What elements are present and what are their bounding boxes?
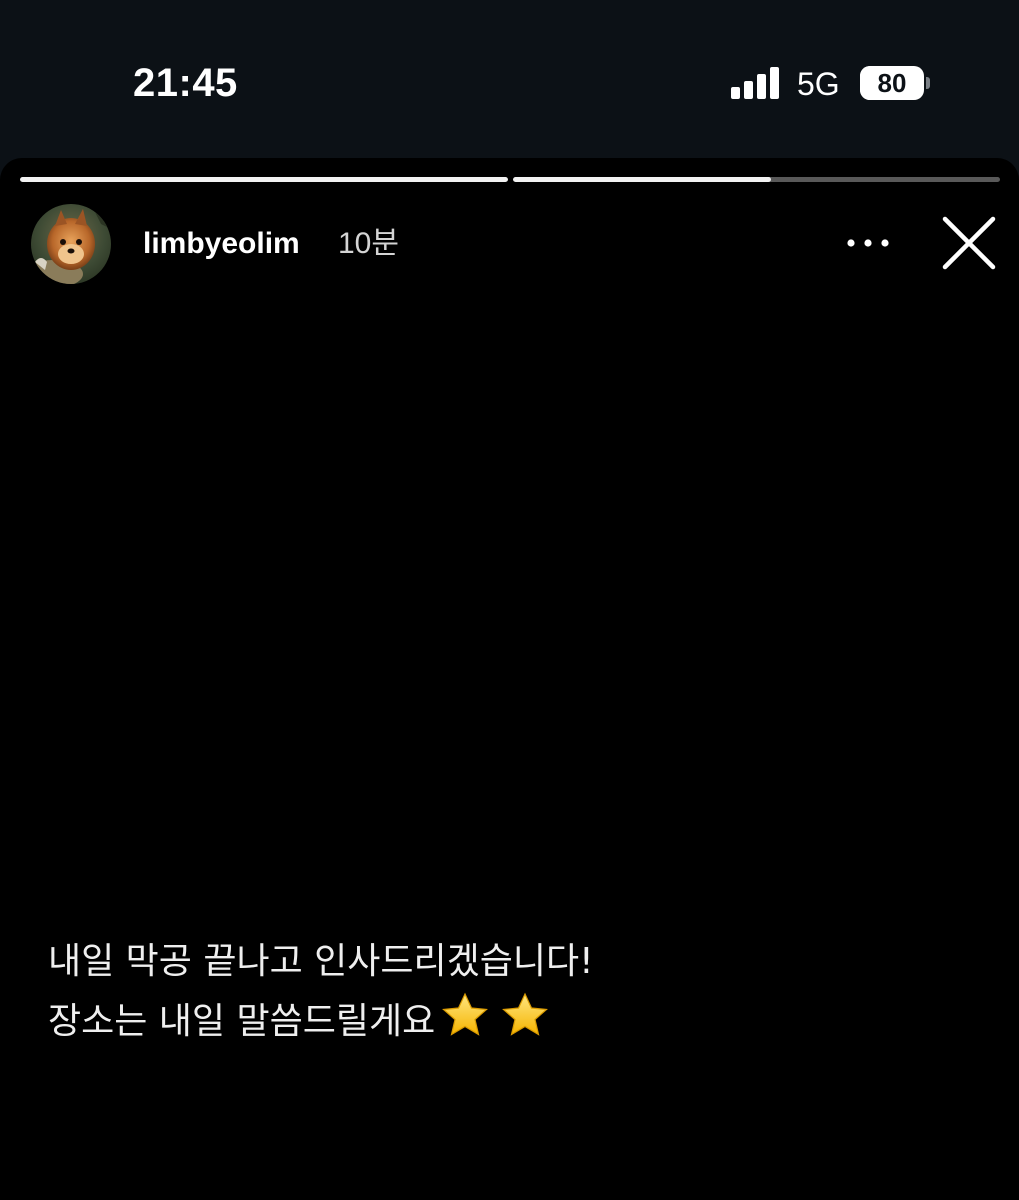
close-icon bbox=[942, 216, 996, 270]
caption-line-2-wrapper: 장소는 내일 말씀드릴게요 bbox=[48, 991, 968, 1057]
story-progress-segment bbox=[20, 177, 508, 182]
star-emoji-icon bbox=[437, 991, 555, 1057]
story-progress-fill bbox=[513, 177, 772, 182]
caption-line-1: 내일 막공 끝나고 인사드리겠습니다! bbox=[48, 941, 594, 982]
story-progress-fill bbox=[20, 177, 508, 182]
caption-line-2: 장소는 내일 말씀드릴게요 bbox=[48, 1001, 436, 1042]
story-progress-segment bbox=[513, 177, 1000, 182]
more-options-button[interactable] bbox=[843, 228, 893, 258]
close-button[interactable] bbox=[940, 214, 998, 272]
story-username[interactable]: limbyeolim bbox=[143, 226, 300, 262]
story-caption: 내일 막공 끝나고 인사드리겠습니다! 장소는 내일 말씀드릴게요 bbox=[48, 933, 968, 1057]
cellular-signal-icon bbox=[731, 67, 781, 99]
profile-avatar[interactable] bbox=[31, 204, 111, 284]
story-viewer[interactable]: limbyeolim 10분 내일 막공 끝나고 인사드리겠습니다! 장소는 내… bbox=[0, 158, 1019, 1200]
status-bar: 21:45 5G 80 bbox=[0, 0, 1019, 158]
pomeranian-avatar-image bbox=[31, 204, 111, 284]
battery-cap bbox=[926, 77, 930, 89]
network-type: 5G bbox=[797, 66, 840, 102]
story-time-ago: 10분 bbox=[338, 227, 399, 260]
battery-icon: 80 bbox=[860, 66, 924, 100]
status-time: 21:45 bbox=[133, 61, 238, 105]
battery-percentage: 80 bbox=[877, 68, 907, 98]
more-horizontal-icon bbox=[847, 239, 889, 247]
